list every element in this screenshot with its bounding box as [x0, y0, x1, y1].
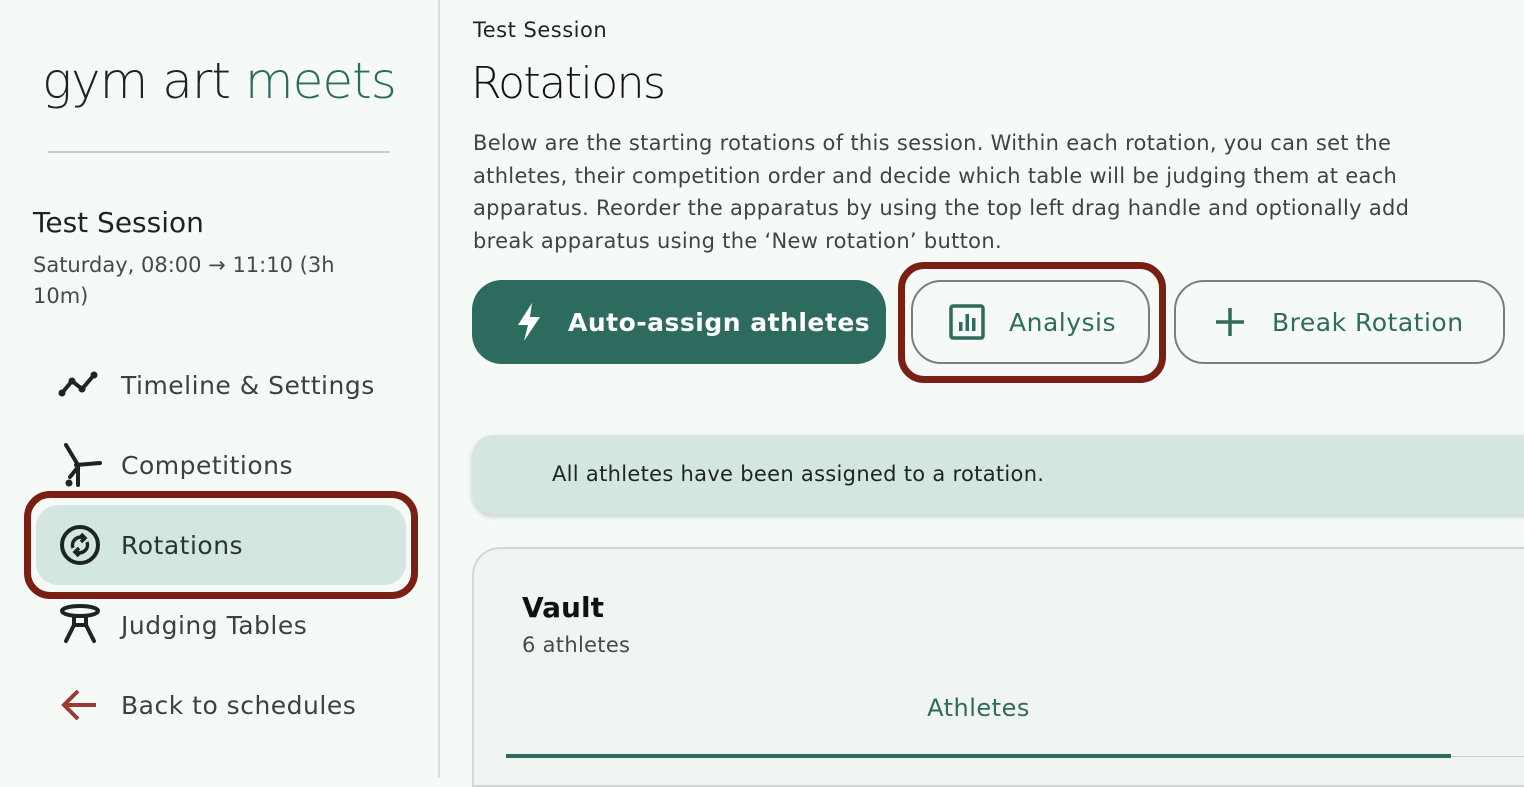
sidebar-item-timeline-settings[interactable]: Timeline & Settings — [36, 345, 406, 425]
session-time: Saturday, 08:00 → 11:10 (3h 10m) — [33, 253, 335, 308]
tab-athletes[interactable]: Athletes — [506, 689, 1451, 759]
table-icon — [56, 601, 104, 649]
sidebar-item-judging-tables[interactable]: Judging Tables — [36, 585, 406, 665]
sidebar-item-rotations[interactable]: Rotations — [36, 505, 406, 585]
sidebar-item-label: Back to schedules — [121, 690, 357, 720]
arrow-left-icon — [56, 681, 104, 729]
logo-text-gym-art: gym art — [42, 52, 245, 110]
logo-text-meets: meets — [244, 52, 397, 110]
sidebar-item-back-to-schedules[interactable]: Back to schedules — [36, 665, 406, 745]
analysis-button[interactable]: Analysis — [911, 280, 1150, 364]
auto-assign-label: Auto-assign athletes — [568, 307, 871, 337]
timeline-icon — [56, 361, 104, 409]
tab-athletes-label: Athletes — [927, 694, 1030, 722]
sidebar-item-label: Timeline & Settings — [121, 370, 375, 400]
tab-active-indicator — [506, 754, 1451, 758]
session-name: Test Session — [33, 206, 204, 239]
break-rotation-label: Break Rotation — [1272, 307, 1464, 337]
sidebar-item-label: Rotations — [121, 530, 244, 560]
sidebar: gym art meets Test Session Saturday, 08:… — [0, 0, 440, 778]
tab-divider — [1451, 756, 1524, 757]
rotate-icon — [56, 521, 104, 569]
break-rotation-button[interactable]: Break Rotation — [1174, 280, 1505, 364]
sidebar-item-label: Judging Tables — [121, 610, 308, 640]
analysis-label: Analysis — [1009, 307, 1117, 337]
plus-icon — [1214, 306, 1246, 338]
lightning-icon — [514, 303, 544, 341]
logo-divider — [48, 151, 390, 153]
bar-chart-icon — [949, 304, 985, 340]
rotation-title: Vault — [522, 591, 604, 624]
info-banner: All athletes have been assigned to a rot… — [472, 435, 1524, 515]
app-logo[interactable]: gym art meets — [42, 52, 397, 110]
main-content: Test Session Rotations Below are the sta… — [440, 0, 1524, 787]
breadcrumb[interactable]: Test Session — [473, 18, 607, 42]
sidebar-item-label: Competitions — [121, 450, 294, 480]
gymnast-icon — [56, 441, 104, 489]
rotation-card-vault: Vault 6 athletes Athletes — [472, 547, 1524, 787]
info-banner-text: All athletes have been assigned to a rot… — [552, 462, 1045, 486]
page-description: Below are the starting rotations of this… — [473, 131, 1410, 253]
rotation-athlete-count: 6 athletes — [522, 633, 631, 657]
page-title: Rotations — [471, 58, 666, 109]
sidebar-item-competitions[interactable]: Competitions — [36, 425, 406, 505]
auto-assign-button[interactable]: Auto-assign athletes — [472, 280, 886, 364]
